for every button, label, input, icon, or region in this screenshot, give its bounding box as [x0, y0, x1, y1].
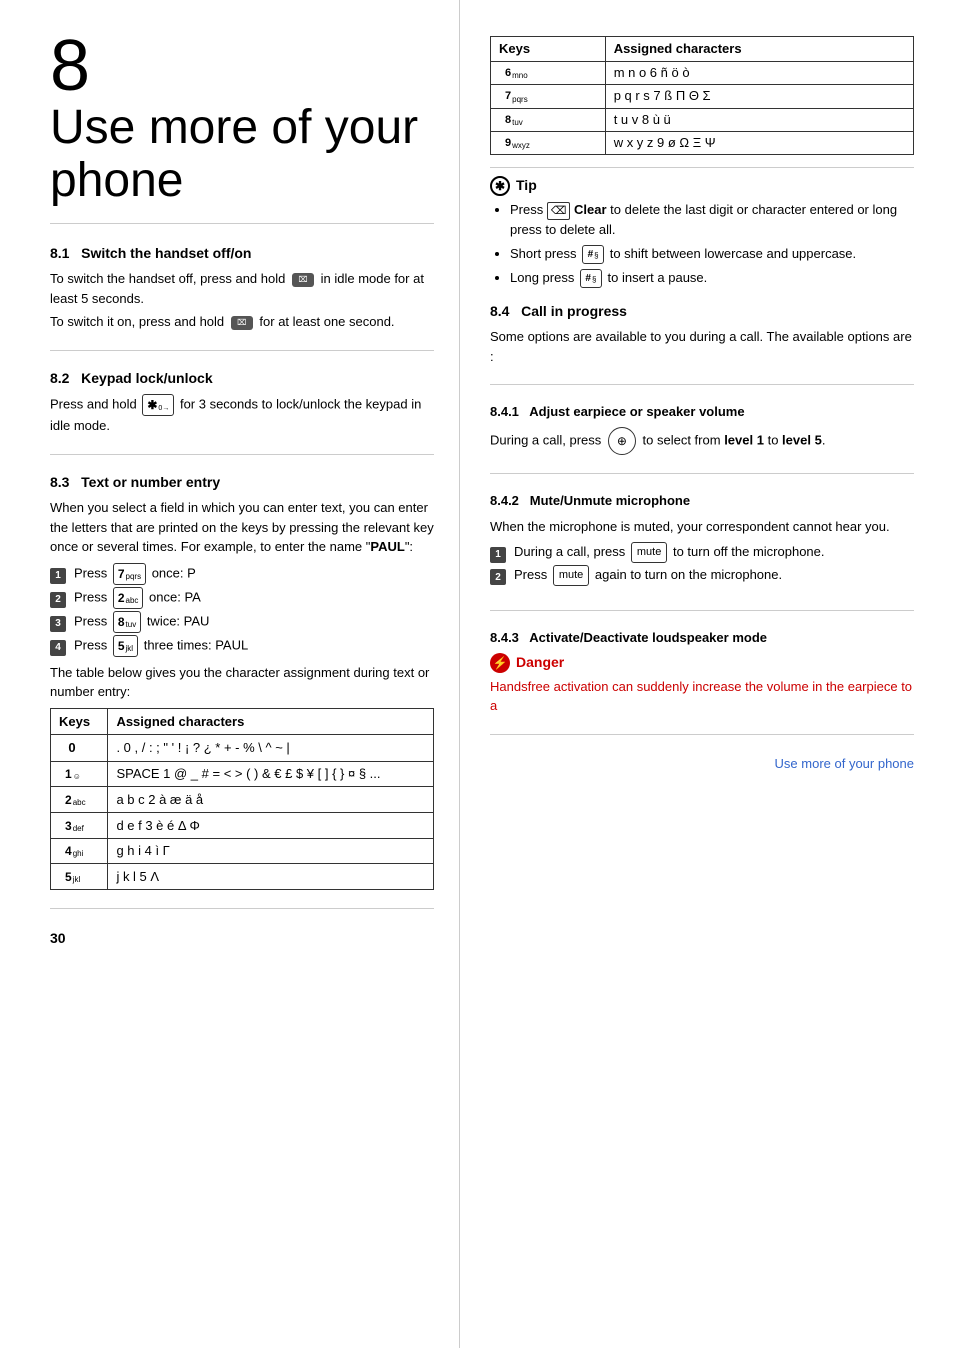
list-item: Short press #§ to shift between lowercas…: [510, 244, 914, 264]
right-table-section: Keys Assigned characters 6mno m n o 6 ñ …: [490, 36, 914, 155]
section-8-3-body: When you select a field in which you can…: [50, 498, 434, 889]
char-table-left: Keys Assigned characters 0 . 0 , / : ; "…: [50, 708, 434, 890]
list-item: Press ⌫ Clear to delete the last digit o…: [510, 200, 914, 239]
list-item: 1 During a call, press mute to turn off …: [490, 542, 914, 563]
danger-box: ⚡ Danger Handsfree activation can sudden…: [490, 653, 914, 716]
section-8-4-2-body: When the microphone is muted, your corre…: [490, 517, 914, 586]
tip-icon: ✱: [490, 176, 510, 196]
section-8-4-1-body: During a call, press ⊕ to select from le…: [490, 427, 914, 455]
mute-steps-list: 1 During a call, press mute to turn off …: [490, 542, 914, 586]
section-8-4-title: 8.4 Call in progress: [490, 302, 914, 322]
section-8-2-title: 8.2 Keypad lock/unlock: [50, 369, 434, 389]
tip-box: ✱ Tip Press ⌫ Clear to delete the last d…: [490, 167, 914, 287]
key-8: 8tuv: [113, 611, 141, 633]
table-header-chars-right: Assigned characters: [605, 37, 913, 62]
section-8-1-title: 8.1 Switch the handset off/on: [50, 244, 434, 264]
list-item: 4 Press 5jkl three times: PAUL: [50, 635, 434, 657]
table-row: 6mno m n o 6 ñ ö ò: [491, 62, 914, 85]
mute-key-1: mute: [631, 542, 667, 563]
star-key-icon: ✱0→: [142, 394, 174, 416]
list-item: 1 Press 7pqrs once: P: [50, 563, 434, 585]
table-row: 9wxyz w x y z 9 ø Ω Ξ Ψ: [491, 131, 914, 154]
table-row: 4ghi g h i 4 ì Γ: [51, 838, 434, 864]
section-8-1-body: To switch the handset off, press and hol…: [50, 269, 434, 332]
table-header-keys-right: Keys: [491, 37, 606, 62]
section-8-4-1-title: 8.4.1 Adjust earpiece or speaker volume: [490, 403, 914, 421]
key-5: 5jkl: [113, 635, 138, 657]
chapter-heading: 8 Use more of your phone: [50, 30, 434, 224]
hash-key-long: #§: [580, 269, 602, 288]
section-8-4-2-title: 8.4.2 Mute/Unmute microphone: [490, 492, 914, 510]
table-row: 1☺ SPACE 1 @ _ # = < > ( ) & € £ $ ¥ [ ]…: [51, 761, 434, 787]
table-row: 5jkl j k l 5 Λ: [51, 864, 434, 890]
key-2: 2abc: [113, 587, 144, 609]
section-8-3: 8.3 Text or number entry When you select…: [50, 473, 434, 909]
list-item: 3 Press 8tuv twice: PAU: [50, 611, 434, 633]
section-8-2: 8.2 Keypad lock/unlock Press and hold ✱0…: [50, 369, 434, 455]
footer-text: Use more of your phone: [490, 755, 914, 773]
table-row: 3def d e f 3 è é Δ Φ: [51, 813, 434, 839]
table-header-chars: Assigned characters: [108, 708, 434, 735]
table-header-keys: Keys: [51, 708, 108, 735]
tip-header: ✱ Tip: [490, 167, 914, 196]
list-item: 2 Press mute again to turn on the microp…: [490, 565, 914, 586]
mute-key-2: mute: [553, 565, 589, 586]
tip-list: Press ⌫ Clear to delete the last digit o…: [490, 200, 914, 287]
list-item: 2 Press 2abc once: PA: [50, 587, 434, 609]
section-8-4-3: 8.4.3 Activate/Deactivate loudspeaker mo…: [490, 629, 914, 735]
danger-text: Handsfree activation can suddenly increa…: [490, 677, 914, 716]
right-column: Keys Assigned characters 6mno m n o 6 ñ …: [460, 0, 954, 1348]
table-row: 7pqrs p q r s 7 ß Π Θ Σ: [491, 85, 914, 108]
page-number: 30: [50, 929, 434, 949]
section-8-4: 8.4 Call in progress Some options are av…: [490, 302, 914, 386]
section-8-3-title: 8.3 Text or number entry: [50, 473, 434, 493]
table-row: 2abc a b c 2 à æ ä å: [51, 787, 434, 813]
left-column: 8 Use more of your phone 8.1 Switch the …: [0, 0, 460, 1348]
section-8-4-3-title: 8.4.3 Activate/Deactivate loudspeaker mo…: [490, 629, 914, 647]
paul-steps-list: 1 Press 7pqrs once: P 2 Press 2abc once:…: [50, 563, 434, 657]
section-8-4-2: 8.4.2 Mute/Unmute microphone When the mi…: [490, 492, 914, 610]
volume-nav-icon: ⊕: [608, 427, 636, 455]
chapter-title: Use more of your phone: [50, 102, 418, 208]
hash-key-short: #§: [582, 245, 604, 264]
table-row: 8tuv t u v 8 ù ü: [491, 108, 914, 131]
list-item: Long press #§ to insert a pause.: [510, 268, 914, 288]
section-8-1: 8.1 Switch the handset off/on To switch …: [50, 244, 434, 351]
danger-header: ⚡ Danger: [490, 653, 914, 673]
char-table-right: Keys Assigned characters 6mno m n o 6 ñ …: [490, 36, 914, 155]
section-8-4-body: Some options are available to you during…: [490, 327, 914, 366]
table-row: 0 . 0 , / : ; " ' ! ¡ ? ¿ * + - % \ ^ ~ …: [51, 735, 434, 762]
clear-key-symbol: ⌫: [547, 202, 571, 221]
chapter-number: 8: [50, 30, 90, 102]
danger-icon: ⚡: [490, 653, 510, 673]
section-8-2-body: Press and hold ✱0→ for 3 seconds to lock…: [50, 394, 434, 436]
key-7: 7pqrs: [113, 563, 146, 585]
section-8-4-1: 8.4.1 Adjust earpiece or speaker volume …: [490, 403, 914, 474]
